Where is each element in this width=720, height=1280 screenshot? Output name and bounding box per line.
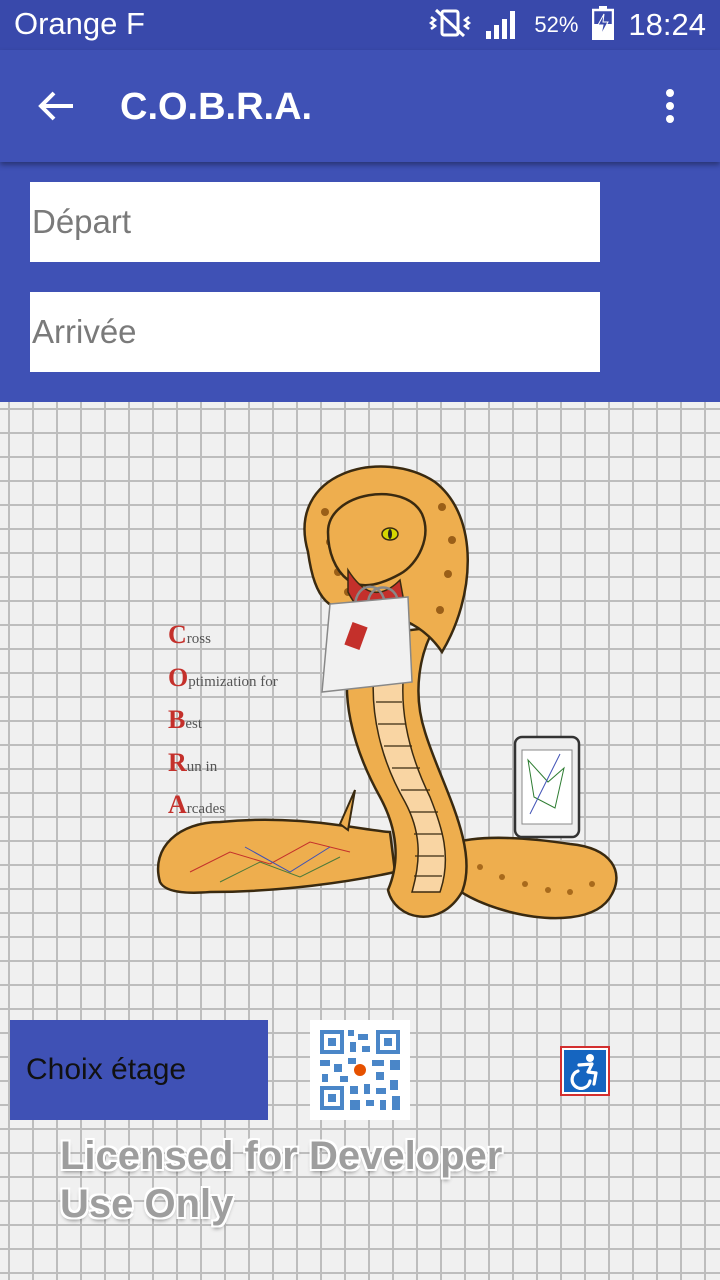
license-line-1: Licensed for Developer [60, 1134, 503, 1178]
wheelchair-icon [570, 1054, 598, 1090]
arrival-input[interactable] [30, 292, 600, 372]
app-bar: C.O.B.R.A. [0, 50, 720, 162]
arrow-back-icon [38, 91, 73, 121]
acronym-line: Cross [168, 620, 211, 649]
accessibility-button[interactable] [560, 1046, 610, 1096]
map-area: Cross Optimization for Best Run in Arcad… [0, 402, 720, 1280]
qr-code-icon [310, 1020, 410, 1120]
acronym-line: Arcades [168, 790, 226, 819]
battery-charging-icon [592, 5, 615, 45]
status-bar: Orange F 52% 18:24 [0, 0, 720, 50]
app-title: C.O.B.R.A. [120, 86, 313, 128]
departure-input[interactable] [30, 182, 600, 262]
clock: 18:24 [628, 7, 706, 42]
acronym-line: Optimization for [168, 662, 278, 692]
acronym-line: Best [168, 705, 203, 734]
floor-choice-button[interactable]: Choix étage [10, 1020, 268, 1120]
signal-icon [486, 7, 520, 44]
route-form [0, 162, 720, 402]
battery-percent: 52% [534, 12, 579, 37]
back-button[interactable] [26, 76, 86, 136]
more-vert-icon [666, 89, 674, 123]
license-line-2: Use Only [60, 1182, 234, 1226]
vibrate-icon [428, 8, 472, 43]
status-icons: 52% 18:24 [428, 5, 706, 45]
acronym-line: Run in [168, 747, 218, 777]
carrier-name: Orange F [14, 6, 145, 41]
cobra-acronym: Cross Optimization for Best Run in Arcad… [168, 616, 278, 829]
overflow-menu-button[interactable] [640, 76, 700, 136]
license-watermark: Licensed for Developer Use Only [60, 1132, 502, 1228]
qr-code-button[interactable] [310, 1020, 410, 1120]
